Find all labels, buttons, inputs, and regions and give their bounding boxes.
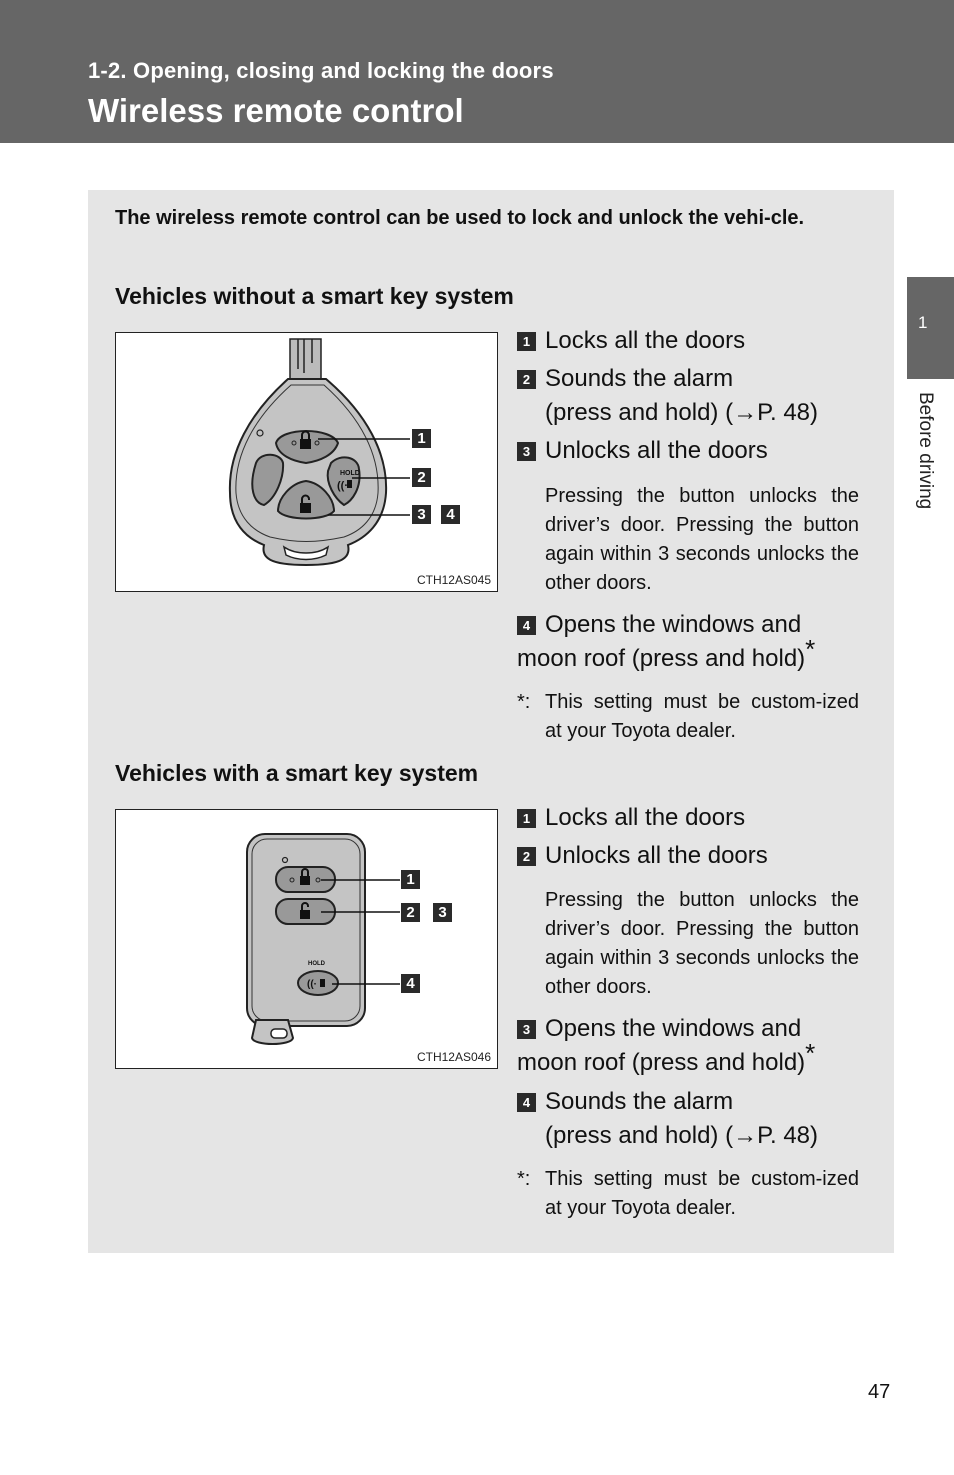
list-item: 4 Opens the windows and moon roof (press … bbox=[517, 608, 859, 676]
item-text: Locks all the doors bbox=[545, 327, 746, 354]
callout-2: 2 bbox=[401, 903, 420, 922]
svg-text:HOLD: HOLD bbox=[340, 470, 360, 477]
key-fob-illustration: HOLD ((· bbox=[228, 338, 410, 567]
item-detail: Pressing the button unlocks the driver’s… bbox=[545, 485, 859, 594]
item-detail: Pressing the button unlocks the driver’s… bbox=[545, 889, 859, 998]
chapter-tab[interactable] bbox=[907, 277, 954, 379]
footnote-text: This setting must be custom-ized at your… bbox=[545, 691, 859, 742]
item-number-badge: 3 bbox=[517, 442, 536, 461]
item-text: Unlocks all the doors bbox=[545, 437, 768, 464]
item-number-badge: 1 bbox=[517, 809, 536, 828]
callout-4: 4 bbox=[401, 974, 420, 993]
list-item: 2 Sounds the alarm (press and hold) (→P. … bbox=[517, 362, 859, 430]
figure-code: CTH12AS046 bbox=[416, 1050, 491, 1064]
key-blade-icon bbox=[289, 338, 322, 380]
svg-text:((·: ((· bbox=[337, 480, 348, 492]
item-subtext: (press and hold) (→P. 48) bbox=[545, 1122, 819, 1149]
page-number: 47 bbox=[868, 1381, 891, 1403]
footnote: *: This setting must be custom-ized at y… bbox=[517, 688, 859, 746]
item-number-badge: 4 bbox=[517, 1093, 536, 1112]
chapter-tab-number: 1 bbox=[918, 313, 928, 332]
svg-text:((·: ((· bbox=[307, 979, 317, 990]
item-number-badge: 2 bbox=[517, 370, 536, 389]
section-heading-with-smart-key: Vehicles with a smart key system bbox=[115, 760, 479, 786]
smart-key-body-icon bbox=[246, 833, 366, 1027]
callout-3: 3 bbox=[412, 505, 431, 524]
section-heading-without-smart-key: Vehicles without a smart key system bbox=[115, 283, 514, 309]
intro-text: The wireless remote control can be used … bbox=[115, 207, 805, 229]
item-text: Locks all the doors bbox=[545, 804, 746, 831]
callout-2: 2 bbox=[412, 468, 431, 487]
list-item: 2 Unlocks all the doors bbox=[517, 839, 859, 873]
svg-text:HOLD: HOLD bbox=[308, 961, 326, 967]
list-item: 1 Locks all the doors bbox=[517, 801, 859, 835]
list-item: 3 Unlocks all the doors bbox=[517, 434, 859, 468]
figure-smart-key: HOLD ((· 1 2 3 4 CTH12AS046 bbox=[115, 809, 498, 1069]
callout-3: 3 bbox=[433, 903, 452, 922]
item-number-badge: 4 bbox=[517, 616, 536, 635]
item-text: Sounds the alarm bbox=[545, 365, 734, 392]
item-text: Sounds the alarm bbox=[545, 1088, 734, 1115]
item-text: Opens the windows and moon roof (press a… bbox=[517, 611, 806, 672]
list-item: 3 Opens the windows and moon roof (press … bbox=[517, 1012, 859, 1080]
item-number-badge: 3 bbox=[517, 1020, 536, 1039]
footnote-mark: *: bbox=[517, 1168, 531, 1190]
footnote-text: This setting must be custom-ized at your… bbox=[545, 1168, 859, 1219]
callout-4: 4 bbox=[441, 505, 460, 524]
figure-code: CTH12AS045 bbox=[416, 573, 491, 587]
figure-key-fob: HOLD ((· 1 2 3 4 CTH12AS045 bbox=[115, 332, 498, 592]
callout-1: 1 bbox=[412, 429, 431, 448]
section-label: 1-2. Opening, closing and locking the do… bbox=[88, 58, 554, 83]
mechanical-key-icon bbox=[250, 1019, 295, 1045]
item-number-badge: 2 bbox=[517, 847, 536, 866]
list-item: 1 Locks all the doors bbox=[517, 324, 859, 358]
item-number-badge: 1 bbox=[517, 332, 536, 351]
asterisk: * bbox=[805, 634, 816, 664]
footnote-mark: *: bbox=[517, 691, 531, 713]
page-title: Wireless remote control bbox=[88, 92, 464, 129]
callout-1: 1 bbox=[401, 870, 420, 889]
item-subtext: (press and hold) (→P. 48) bbox=[545, 399, 819, 426]
chapter-tab-label: Before driving bbox=[915, 392, 936, 510]
smart-key-illustration: HOLD ((· bbox=[246, 833, 400, 1045]
item-text: Unlocks all the doors bbox=[545, 842, 768, 869]
asterisk: * bbox=[805, 1038, 816, 1068]
list-item: 4 Sounds the alarm (press and hold) (→P. … bbox=[517, 1085, 859, 1153]
item-text: Opens the windows and moon roof (press a… bbox=[517, 1015, 806, 1076]
footnote: *: This setting must be custom-ized at y… bbox=[517, 1165, 859, 1223]
